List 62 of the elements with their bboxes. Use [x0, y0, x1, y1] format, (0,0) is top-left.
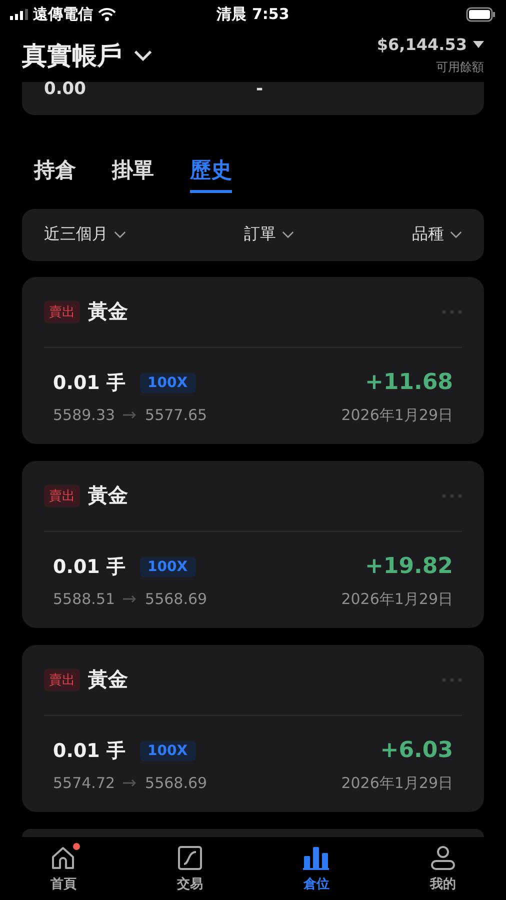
- side-tag: 賣出: [44, 668, 80, 691]
- account-title[interactable]: 真實帳戶: [22, 39, 122, 72]
- tab[interactable]: 歷史: [190, 149, 232, 194]
- lot-size: 0.01 手: [53, 738, 126, 764]
- close-price: 5568.69: [145, 774, 208, 792]
- profit-value: +6.03: [380, 738, 453, 764]
- nav-item[interactable]: 倉位: [253, 836, 380, 900]
- tab[interactable]: 持倉: [34, 149, 76, 194]
- bar-chart-icon: [303, 844, 330, 871]
- leverage-tag: 100X: [140, 740, 196, 761]
- symbol-name: 黃金: [88, 666, 129, 694]
- lot-size: 0.01 手: [53, 554, 126, 580]
- filter-dropdown[interactable]: 近三個月: [44, 224, 126, 246]
- summary-value: -: [256, 82, 264, 96]
- home-icon: [50, 844, 76, 871]
- profit-value: +19.82: [364, 554, 453, 580]
- more-icon[interactable]: [442, 678, 462, 682]
- side-tag: 賣出: [44, 484, 80, 507]
- profit-value: +11.68: [364, 370, 453, 396]
- order-card[interactable]: 賣出 黃金 0.01 手 100X +6.03 5574.72 5568.69 2026年1月29日: [22, 644, 484, 812]
- filter-dropdown[interactable]: 訂單: [244, 224, 294, 246]
- close-price: 5568.69: [145, 590, 208, 608]
- chevron-down-icon: [282, 231, 294, 238]
- nav-item[interactable]: 首頁: [0, 836, 126, 900]
- nav-item[interactable]: 交易: [126, 836, 253, 900]
- nav-item[interactable]: 我的: [380, 836, 506, 900]
- order-date: 2026年1月29日: [341, 406, 453, 425]
- arrow-right-icon: [123, 411, 138, 420]
- chevron-down-icon: [450, 231, 462, 238]
- balance-amount: $6,144.53: [376, 35, 467, 54]
- leverage-tag: 100X: [140, 372, 196, 393]
- order-date: 2026年1月29日: [341, 774, 453, 793]
- balance-label: 可用餘額: [436, 59, 484, 76]
- clock-time: 清晨 7:53: [216, 4, 290, 23]
- open-price: 5574.72: [53, 774, 116, 792]
- open-price: 5589.33: [53, 406, 116, 424]
- more-icon[interactable]: [442, 494, 462, 498]
- chevron-down-icon: [114, 231, 126, 238]
- filter-dropdown[interactable]: 品種: [412, 224, 462, 246]
- lot-size: 0.01 手: [53, 370, 126, 396]
- order-card[interactable]: 賣出 黃金 0.01 手 100X +11.68 5589.33 5577.65 2026年1月29日: [22, 276, 484, 444]
- wifi-icon: [98, 8, 116, 21]
- order-card[interactable]: 賣出 黃金 0.01 手 100X +19.82 5588.51 5568.69 2026年1月29日: [22, 460, 484, 628]
- symbol-name: 黃金: [88, 482, 129, 510]
- signal-icon: [10, 8, 28, 20]
- more-icon[interactable]: [442, 310, 462, 314]
- chart-icon: [176, 844, 203, 871]
- caret-icon[interactable]: [473, 41, 484, 48]
- chevron-down-icon: [134, 50, 152, 61]
- arrow-right-icon: [123, 779, 138, 788]
- close-price: 5577.65: [145, 406, 208, 424]
- battery-icon: [466, 6, 496, 22]
- summary-value: 0.00: [44, 82, 86, 96]
- side-tag: 賣出: [44, 300, 80, 323]
- tab[interactable]: 掛單: [112, 149, 154, 194]
- order-date: 2026年1月29日: [341, 590, 453, 609]
- arrow-right-icon: [123, 595, 138, 604]
- leverage-tag: 100X: [140, 556, 196, 577]
- symbol-name: 黃金: [88, 298, 129, 326]
- open-price: 5588.51: [53, 590, 116, 608]
- person-icon: [430, 844, 456, 871]
- carrier-name: 遠傳電信: [33, 4, 93, 24]
